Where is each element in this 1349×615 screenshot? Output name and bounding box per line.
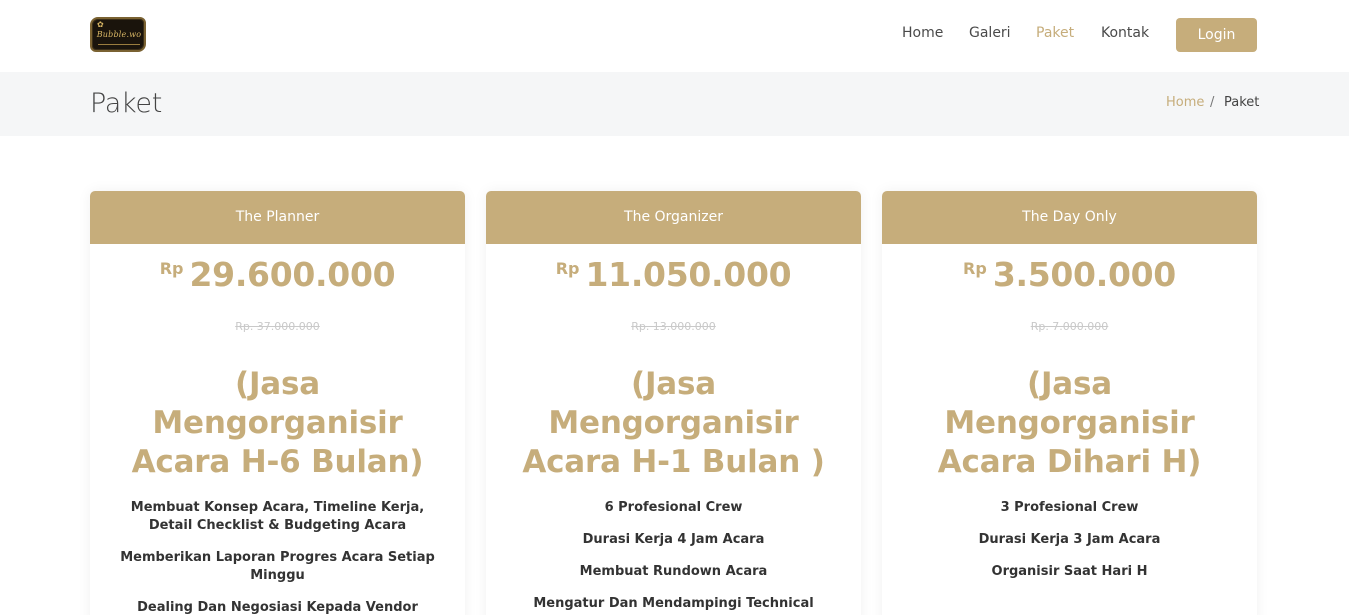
login-button[interactable]: Login <box>1176 18 1257 52</box>
feature-item: Membuat Konsep Acara, Timeline Kerja, De… <box>130 500 425 533</box>
breadcrumb-home[interactable]: Home <box>1166 95 1204 110</box>
feature-item: Dealing Dan Negosiasi Kepada Vendor <box>137 600 418 615</box>
feature-list: 3 Profesional Crew Durasi Kerja 3 Jam Ac… <box>900 499 1239 595</box>
price-amount: 11.050.000 <box>585 255 792 294</box>
package-title: The Day Only <box>882 191 1257 244</box>
package-price: Rp 11.050.000 <box>486 255 861 294</box>
brand-logo[interactable]: ✿ Bubble.wo <box>90 17 146 52</box>
feature-list: Membuat Konsep Acara, Timeline Kerja, De… <box>108 499 447 615</box>
package-price: Rp 29.600.000 <box>90 255 465 294</box>
feature-item: Organisir Saat Hari H <box>991 564 1148 579</box>
logo-underline <box>98 44 140 45</box>
breadcrumb-separator: / <box>1210 95 1215 110</box>
page-header-band: Paket Home / Paket <box>0 72 1349 136</box>
service-description: (Jasa Mengorganisir Acara Dihari H) <box>937 366 1202 480</box>
nav-home[interactable]: Home <box>902 25 943 45</box>
package-card-organizer: The Organizer Rp 11.050.000 Rp. 13.000.00… <box>486 191 861 615</box>
feature-list: 6 Profesional Crew Durasi Kerja 4 Jam Ac… <box>504 499 843 615</box>
breadcrumb-current: Paket <box>1224 95 1260 110</box>
nav-kontak[interactable]: Kontak <box>1101 25 1149 45</box>
package-card-day-only: The Day Only Rp 3.500.000 Rp. 7.000.000 (… <box>882 191 1257 615</box>
old-price: Rp. 13.000.000 <box>631 320 716 333</box>
service-description: (Jasa Mengorganisir Acara H-6 Bulan) <box>131 366 424 480</box>
feature-item: 6 Profesional Crew <box>604 500 743 515</box>
package-title: The Planner <box>90 191 465 244</box>
price-amount: 3.500.000 <box>992 255 1176 294</box>
package-card-planner: The Planner Rp 29.600.000 Rp. 37.000.000 … <box>90 191 465 615</box>
currency-label: Rp <box>555 259 580 278</box>
service-description: (Jasa Mengorganisir Acara H-1 Bulan ) <box>522 366 825 480</box>
old-price: Rp. 37.000.000 <box>235 320 320 333</box>
logo-text: Bubble.wo <box>96 30 142 39</box>
feature-item: Membuat Rundown Acara <box>579 564 768 579</box>
feature-item: Mengatur Dan Mendampingi Technical Meeti… <box>533 596 814 615</box>
currency-label: Rp <box>159 259 184 278</box>
nav-galeri[interactable]: Galeri <box>969 25 1011 45</box>
page-title: Paket <box>90 88 162 119</box>
old-price: Rp. 7.000.000 <box>1030 320 1109 333</box>
package-price: Rp 3.500.000 <box>882 255 1257 294</box>
nav-paket[interactable]: Paket <box>1036 25 1074 45</box>
currency-label: Rp <box>963 259 987 278</box>
package-title: The Organizer <box>486 191 861 244</box>
price-amount: 29.600.000 <box>189 255 396 294</box>
feature-item: Durasi Kerja 4 Jam Acara <box>582 532 765 547</box>
feature-item: 3 Profesional Crew <box>1000 500 1139 515</box>
site-header: ✿ Bubble.wo Home Galeri Paket Kontak Log… <box>0 0 1349 72</box>
flower-icon: ✿ <box>97 20 104 29</box>
feature-item: Memberikan Laporan Progres Acara Setiap … <box>120 550 435 583</box>
feature-item: Durasi Kerja 3 Jam Acara <box>978 532 1161 547</box>
